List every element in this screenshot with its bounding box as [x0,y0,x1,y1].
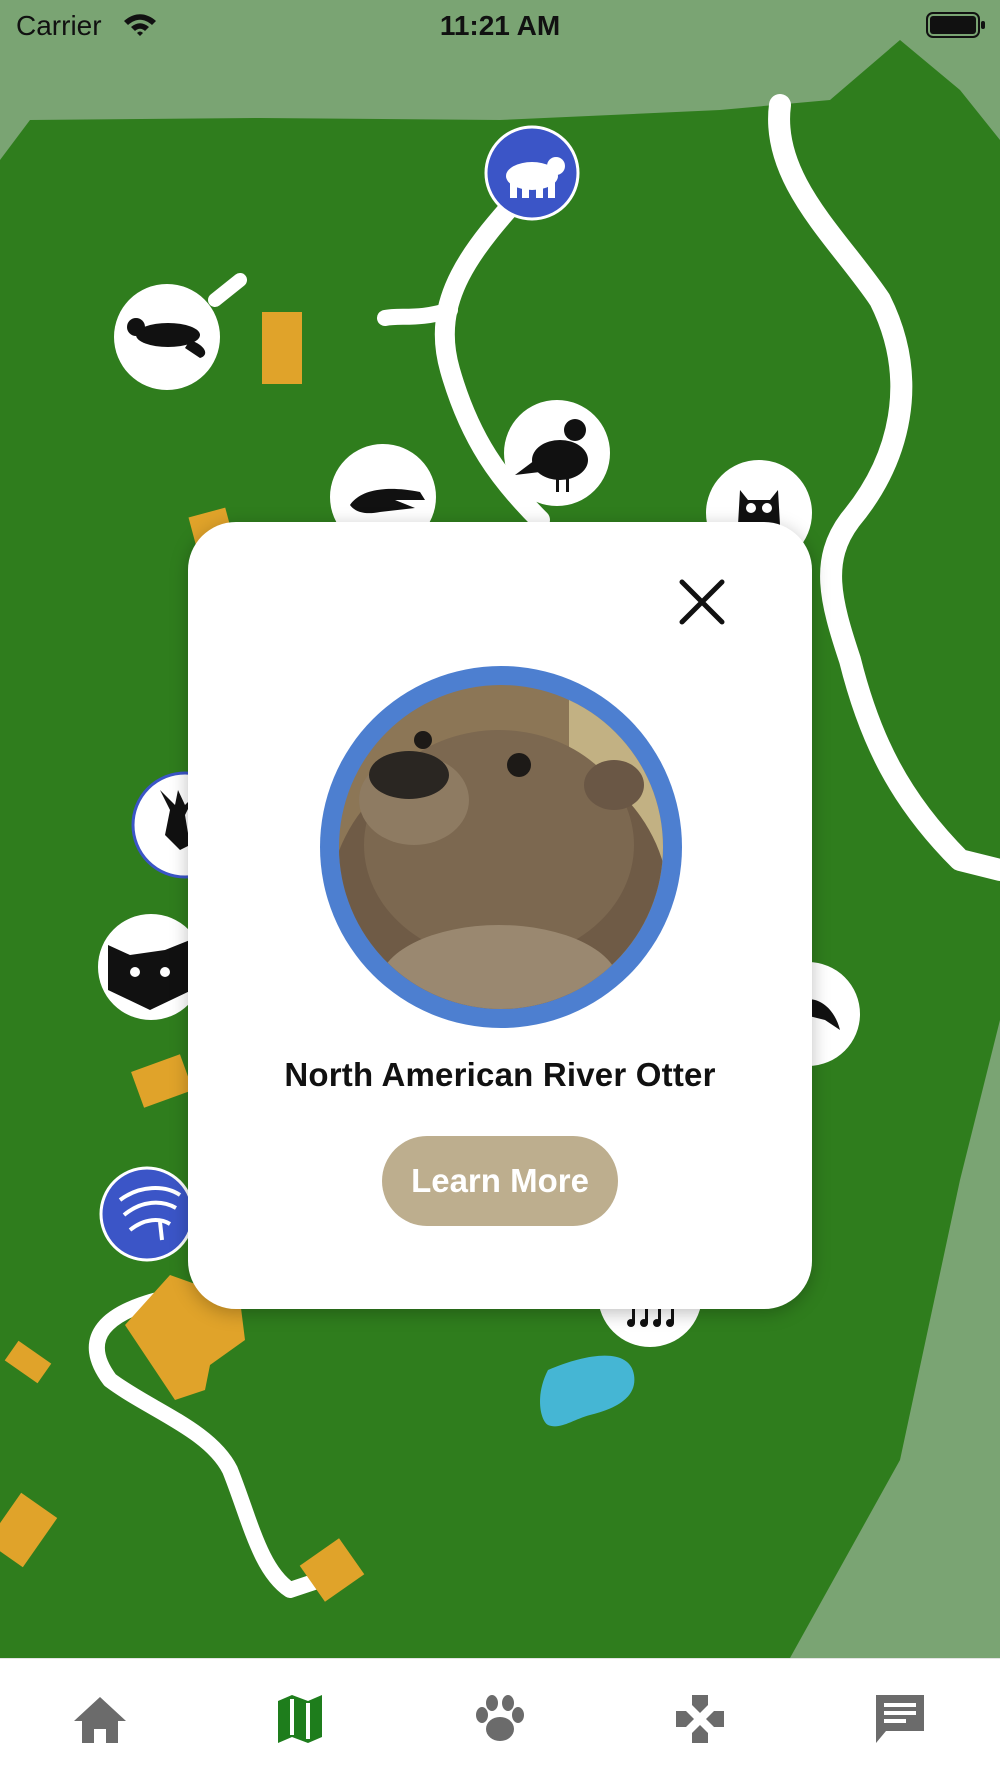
paw-icon [476,1695,524,1741]
tab-home[interactable] [70,1689,130,1749]
tab-map[interactable] [270,1689,330,1749]
battery-icon [926,12,986,43]
gamepad-icon [676,1695,724,1743]
tab-games[interactable] [670,1689,730,1749]
status-bar: Carrier 11:21 AM [0,0,1000,50]
tab-bar [0,1658,1000,1779]
tab-messages[interactable] [870,1689,930,1749]
learn-more-button[interactable]: Learn More [382,1136,618,1226]
map-pin-otter[interactable] [114,284,220,390]
clock-time: 11:21 AM [439,10,561,41]
animal-photo [320,666,682,1028]
close-icon [679,579,725,625]
animal-name-label: North American River Otter [284,1056,716,1093]
home-icon [74,1697,126,1743]
map-pin-amphitheater[interactable] [99,1166,195,1262]
close-button[interactable] [672,572,732,632]
tab-animals[interactable] [470,1689,530,1749]
otter-photo-icon [339,685,663,1009]
map-icon [278,1695,322,1743]
animal-popup: North American River Otter Learn More [188,522,812,1309]
map-pin-bear[interactable] [484,125,580,221]
map-pin-quail[interactable] [504,400,610,506]
chat-icon [876,1695,924,1743]
